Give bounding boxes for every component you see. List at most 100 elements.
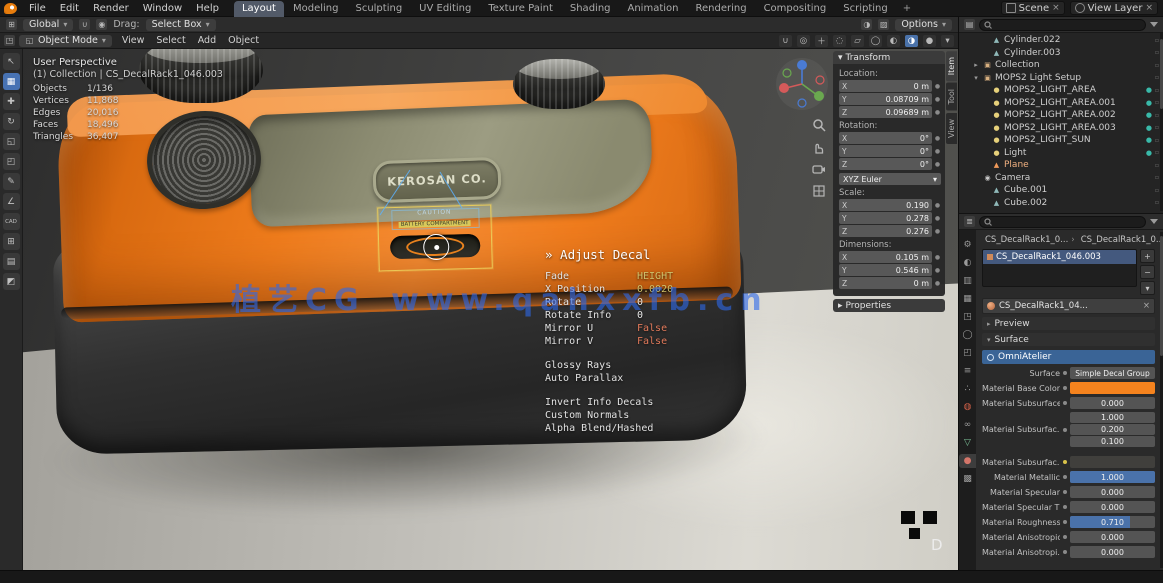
animate-decorator-icon[interactable]: ● bbox=[934, 267, 941, 274]
transform-field-y[interactable]: Y0.546 m bbox=[839, 264, 932, 276]
shading-wireframe-icon[interactable]: ◯ bbox=[869, 35, 882, 47]
light-data-icon[interactable]: ● bbox=[1146, 111, 1152, 119]
navigation-gizmo[interactable] bbox=[775, 57, 829, 111]
ortho-grid-icon[interactable] bbox=[811, 183, 826, 198]
orientation-dropdown[interactable]: Global ▾ bbox=[23, 19, 73, 31]
properties-editor-icon[interactable]: ≣ bbox=[964, 216, 975, 227]
add-cube-icon[interactable]: ⊞ bbox=[3, 233, 20, 250]
transform-field-y[interactable]: Y0° bbox=[839, 145, 932, 157]
animate-decorator-icon[interactable]: ● bbox=[934, 280, 941, 287]
outliner-item-mops2-light-area-003[interactable]: ●MOPS2_LIGHT_AREA.003●▫ bbox=[959, 122, 1163, 135]
visibility-toggle-icon[interactable]: ▫ bbox=[1155, 137, 1159, 144]
light-data-icon[interactable]: ● bbox=[1146, 149, 1152, 157]
disclosure-icon[interactable]: ▾ bbox=[972, 74, 980, 82]
outliner-item-camera[interactable]: ◉Camera▫ bbox=[959, 172, 1163, 185]
workspace-tab-rendering[interactable]: Rendering bbox=[687, 1, 754, 17]
menu-render[interactable]: Render bbox=[86, 0, 136, 17]
remove-slot-button[interactable]: − bbox=[1140, 265, 1155, 279]
add-workspace-button[interactable]: + bbox=[897, 1, 917, 16]
viewport-menu-add[interactable]: Add bbox=[192, 33, 222, 49]
workspace-tab-scripting[interactable]: Scripting bbox=[835, 1, 895, 17]
output-tab-icon[interactable]: ▥ bbox=[959, 274, 976, 288]
properties-search-input[interactable] bbox=[979, 216, 1146, 228]
material-datablock[interactable]: CS_DecalRack1_04... × bbox=[982, 298, 1155, 314]
animate-decorator-icon[interactable]: ● bbox=[934, 83, 941, 90]
toggle-xray-icon[interactable]: ▱ bbox=[851, 35, 864, 47]
properties-filter-icon[interactable] bbox=[1150, 219, 1158, 224]
vector-field[interactable]: 1.0000.2000.100 bbox=[1070, 412, 1155, 447]
surface-section-header[interactable]: ▾ Surface bbox=[982, 333, 1155, 346]
menu-help[interactable]: Help bbox=[189, 0, 226, 17]
number-field[interactable]: 0.000 bbox=[1070, 531, 1155, 543]
menu-edit[interactable]: Edit bbox=[53, 0, 86, 17]
image-reference-icon[interactable]: ▤ bbox=[3, 253, 20, 270]
color-swatch[interactable] bbox=[1070, 456, 1155, 468]
slider-field[interactable]: 0.710 bbox=[1070, 516, 1155, 528]
filter-icon[interactable] bbox=[1150, 22, 1158, 27]
material-slot-list[interactable]: CS_DecalRack1_046.003 bbox=[982, 249, 1137, 287]
decorator-dot[interactable] bbox=[1060, 505, 1070, 509]
decorator-dot[interactable] bbox=[1060, 428, 1070, 432]
measure-icon[interactable]: ∠ bbox=[3, 193, 20, 210]
visibility-toggle-icon[interactable]: ▫ bbox=[1155, 124, 1159, 131]
animate-decorator-icon[interactable]: ● bbox=[934, 202, 941, 209]
physics-tab-icon[interactable]: ◍ bbox=[959, 400, 976, 414]
scene-unlink-icon[interactable]: × bbox=[1052, 4, 1060, 13]
view-layer-unlink-icon[interactable]: × bbox=[1145, 4, 1153, 13]
visibility-toggle-icon[interactable]: ▫ bbox=[1155, 199, 1159, 206]
selected-decal[interactable]: CAUTION BATTERY COMPARTMENT bbox=[377, 205, 493, 272]
editor-type-icon[interactable]: ⊞ bbox=[6, 19, 17, 30]
scene-tab-icon[interactable]: ◳ bbox=[959, 310, 976, 324]
add-slot-button[interactable]: + bbox=[1140, 249, 1155, 263]
viewport-menu-view[interactable]: View bbox=[116, 33, 151, 49]
light-data-icon[interactable]: ● bbox=[1146, 136, 1152, 144]
properties-panel-header[interactable]: ▸Properties bbox=[833, 299, 945, 312]
visibility-toggle-icon[interactable]: ▫ bbox=[1155, 74, 1159, 81]
material-tab-icon[interactable]: ● bbox=[959, 454, 976, 468]
workspace-tab-shading[interactable]: Shading bbox=[562, 1, 619, 17]
transform-field-x[interactable]: X0.105 m bbox=[839, 251, 932, 263]
annotate-icon[interactable]: ✎ bbox=[3, 173, 20, 190]
texture-tab-icon[interactable]: ▩ bbox=[959, 472, 976, 486]
editor-selector-icon[interactable]: ◳ bbox=[4, 35, 15, 46]
transform-field-z[interactable]: Z0.276 bbox=[839, 225, 932, 237]
options-dropdown[interactable]: Options ▾ bbox=[895, 19, 952, 31]
snap-magnet-icon[interactable]: ∪ bbox=[79, 19, 90, 30]
show-gizmo-icon[interactable]: ＋ bbox=[815, 35, 828, 47]
vector-component-field[interactable]: 0.100 bbox=[1070, 436, 1155, 447]
outliner-item-cube-001[interactable]: ▲Cube.001▫ bbox=[959, 184, 1163, 197]
select-mode-dropdown[interactable]: Select Box ▾ bbox=[146, 19, 216, 31]
gradient-icon[interactable]: ▨ bbox=[878, 19, 889, 30]
proportional-edit-icon[interactable]: ◎ bbox=[797, 35, 810, 47]
decorator-dot[interactable] bbox=[1060, 460, 1070, 464]
transform-field-y[interactable]: Y0.08709 m bbox=[839, 93, 932, 105]
workspace-tab-texture-paint[interactable]: Texture Paint bbox=[480, 1, 561, 17]
outliner-item-plane[interactable]: ▲Plane▫ bbox=[959, 159, 1163, 172]
decorator-dot[interactable] bbox=[1060, 535, 1070, 539]
decorator-dot[interactable] bbox=[1060, 550, 1070, 554]
visibility-toggle-icon[interactable]: ▫ bbox=[1155, 99, 1159, 106]
outliner-item-cube-002[interactable]: ▲Cube.002▫ bbox=[959, 197, 1163, 210]
animate-decorator-icon[interactable]: ● bbox=[934, 254, 941, 261]
outliner-item-mops2-light-area-001[interactable]: ●MOPS2_LIGHT_AREA.001●▫ bbox=[959, 97, 1163, 110]
shading-solid-icon[interactable]: ◐ bbox=[887, 35, 900, 47]
viewport-menu-object[interactable]: Object bbox=[222, 33, 265, 49]
decorator-dot[interactable] bbox=[1060, 475, 1070, 479]
animate-decorator-icon[interactable]: ● bbox=[934, 228, 941, 235]
breadcrumb-material[interactable]: CS_DecalRack1_0... bbox=[1081, 235, 1163, 245]
view-layer-tab-icon[interactable]: ▦ bbox=[959, 292, 976, 306]
vector-component-field[interactable]: 1.000 bbox=[1070, 412, 1155, 423]
disclosure-icon[interactable]: ▸ bbox=[972, 61, 980, 69]
surface-shader-field[interactable]: Simple Decal Group bbox=[1070, 367, 1155, 379]
scene-selector[interactable]: Scene × bbox=[1001, 1, 1065, 15]
animate-decorator-icon[interactable]: ● bbox=[934, 109, 941, 116]
animate-decorator-icon[interactable]: ● bbox=[934, 96, 941, 103]
menu-file[interactable]: File bbox=[22, 0, 53, 17]
rotate-icon[interactable]: ↻ bbox=[3, 113, 20, 130]
number-field[interactable]: 0.000 bbox=[1070, 397, 1155, 409]
extra-tool-icon[interactable]: ◩ bbox=[3, 273, 20, 290]
workspace-tab-layout[interactable]: Layout bbox=[234, 1, 284, 17]
shading-sphere-icon[interactable]: ◑ bbox=[861, 19, 872, 30]
decorator-dot[interactable] bbox=[1060, 401, 1070, 405]
tool-tab-icon[interactable]: ⚙ bbox=[959, 238, 976, 252]
